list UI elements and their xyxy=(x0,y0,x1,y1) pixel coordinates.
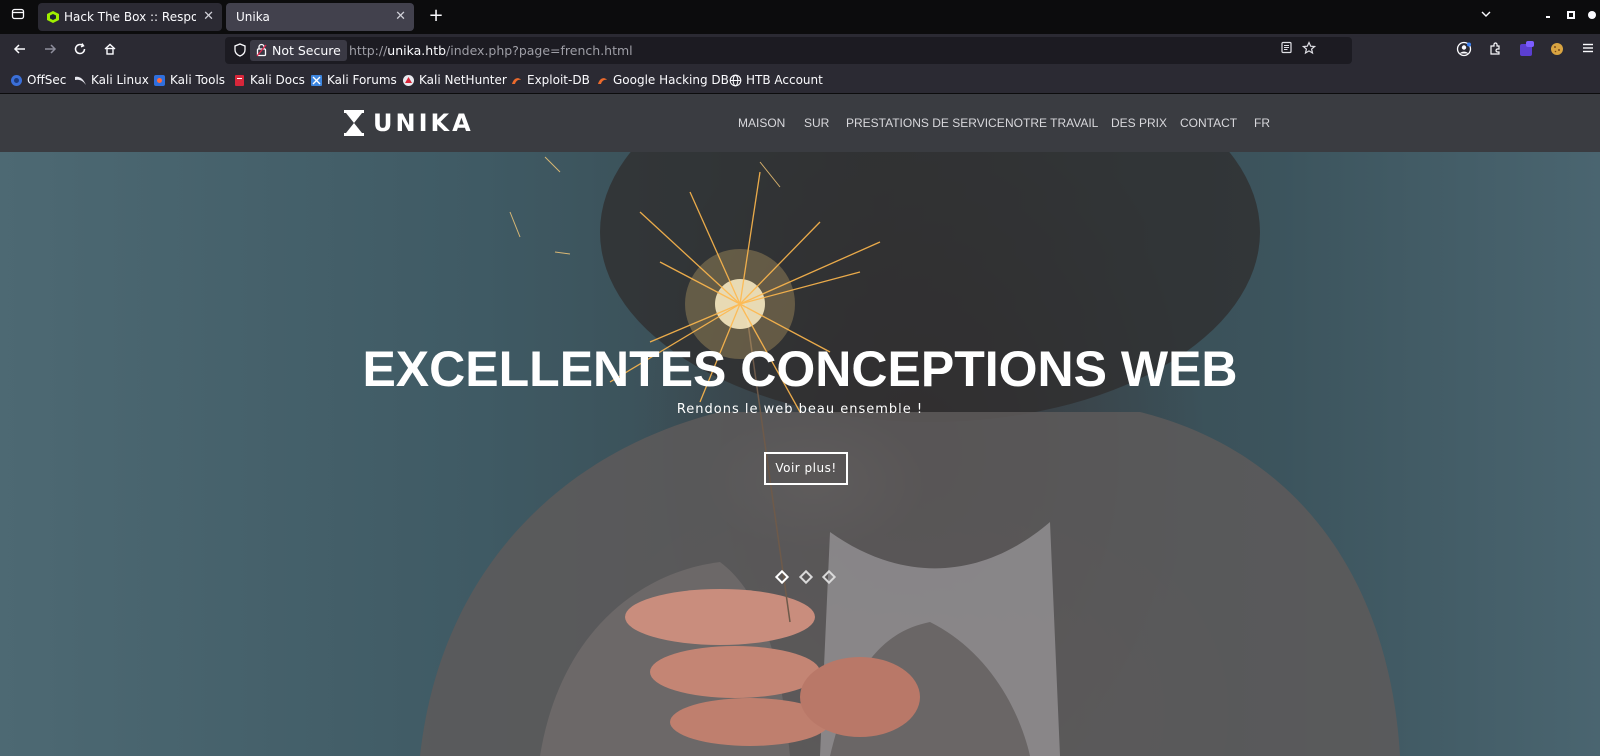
hero-slider: EXCELLENTES CONCEPTIONS WEB Rendons le w… xyxy=(0,152,1600,756)
maximize-icon[interactable] xyxy=(1561,7,1581,25)
bookmarks-toolbar: OffSec Kali Linux Kali Tools Kali Docs K… xyxy=(0,67,1600,94)
new-tab-icon[interactable]: + xyxy=(424,4,448,28)
hackthebox-favicon-icon xyxy=(47,11,59,23)
tab-strip: Hack The Box :: Respond ✕ Unika ✕ + xyxy=(0,0,1600,34)
extensions-icon[interactable] xyxy=(1485,41,1505,61)
account-icon[interactable] xyxy=(1454,41,1474,61)
logo-text: UNIKA xyxy=(373,109,474,137)
bookmark-htb-account[interactable]: HTB Account xyxy=(729,71,823,90)
bookmark-kali-forums[interactable]: Kali Forums xyxy=(310,71,397,90)
url-prefix: http:// xyxy=(349,43,388,58)
url-text[interactable]: http://unika.htb/index.php?page=french.h… xyxy=(349,37,633,64)
tab-hackthebox[interactable]: Hack The Box :: Respond ✕ xyxy=(38,3,222,31)
close-window-icon[interactable] xyxy=(1582,7,1600,25)
broken-lock-icon xyxy=(256,43,267,57)
nav-des-prix[interactable]: DES PRIX xyxy=(1111,94,1167,152)
nav-notre-travail[interactable]: NOTRE TRAVAIL xyxy=(1005,94,1098,152)
bookmark-label: Kali NetHunter xyxy=(419,73,507,87)
bookmark-label: Kali Forums xyxy=(327,73,397,87)
bookmark-kali-docs[interactable]: Kali Docs xyxy=(233,71,305,90)
google-hacking-db-icon xyxy=(598,78,607,84)
bookmark-label: Kali Docs xyxy=(250,73,305,87)
kali-dragon-icon xyxy=(75,76,86,85)
offsec-icon xyxy=(11,75,22,86)
kali-tools-icon xyxy=(154,75,165,86)
page-viewport: UNIKA MAISON SUR PRESTATIONS DE SERVICE … xyxy=(0,94,1600,756)
purple-extension-icon[interactable] xyxy=(1516,41,1536,61)
tab-title: Unika xyxy=(236,10,270,24)
close-tab-icon[interactable]: ✕ xyxy=(203,3,214,31)
bookmark-star-icon[interactable] xyxy=(1300,41,1318,59)
bookmark-kali-tools[interactable]: Kali Tools xyxy=(153,71,225,90)
nav-sur[interactable]: SUR xyxy=(804,94,829,152)
nav-prestations[interactable]: PRESTATIONS DE SERVICE xyxy=(846,94,1005,152)
reload-icon[interactable] xyxy=(68,39,92,63)
home-icon[interactable] xyxy=(98,39,122,63)
globe-icon xyxy=(729,74,742,87)
bookmark-kali-nethunter[interactable]: Kali NetHunter xyxy=(402,71,507,90)
kali-nethunter-icon xyxy=(403,75,414,86)
url-host: unika.htb xyxy=(387,43,447,58)
hero-title: EXCELLENTES CONCEPTIONS WEB xyxy=(362,341,1238,397)
tab-unika[interactable]: Unika ✕ xyxy=(226,3,414,31)
voir-plus-button[interactable]: Voir plus! xyxy=(764,452,848,485)
not-secure-indicator[interactable]: Not Secure xyxy=(250,40,347,61)
bookmark-label: OffSec xyxy=(27,73,67,87)
cookie-icon[interactable] xyxy=(1547,41,1567,61)
exploit-db-icon xyxy=(512,78,521,84)
minimize-icon[interactable] xyxy=(1538,7,1558,25)
reader-view-icon[interactable] xyxy=(1277,41,1295,59)
menu-hamburger-icon[interactable] xyxy=(1578,41,1598,61)
site-header: UNIKA MAISON SUR PRESTATIONS DE SERVICE … xyxy=(0,94,1600,152)
kali-forums-icon xyxy=(311,75,322,86)
chevron-down-icon[interactable] xyxy=(1476,7,1496,25)
navigation-toolbar: Not Secure http://unika.htb/index.php?pa… xyxy=(0,34,1600,67)
hero-subtitle: Rendons le web beau ensemble ! xyxy=(676,402,924,417)
hourglass-logo-icon xyxy=(344,110,364,136)
nav-contact[interactable]: CONTACT xyxy=(1180,94,1237,152)
bookmark-exploit-db[interactable]: Exploit-DB xyxy=(510,71,590,90)
bookmark-label: Kali Tools xyxy=(170,73,226,87)
bookmark-kali-linux[interactable]: Kali Linux xyxy=(74,71,149,90)
not-secure-label: Not Secure xyxy=(272,43,341,58)
shield-icon[interactable] xyxy=(233,43,247,57)
bookmark-offsec[interactable]: OffSec xyxy=(10,71,66,90)
nav-language-fr[interactable]: FR xyxy=(1254,94,1270,152)
tab-title: Hack The Box :: Respond xyxy=(64,10,196,24)
bookmark-label: HTB Account xyxy=(746,73,823,87)
kali-docs-icon xyxy=(235,75,244,86)
bookmark-google-hacking-db[interactable]: Google Hacking DB xyxy=(596,71,729,90)
forward-icon[interactable] xyxy=(38,39,62,63)
bookmark-label: Exploit-DB xyxy=(527,73,590,87)
bookmark-label: Kali Linux xyxy=(91,73,149,87)
close-tab-icon[interactable]: ✕ xyxy=(395,3,406,31)
bookmark-label: Google Hacking DB xyxy=(613,73,729,87)
tab-list-icon[interactable] xyxy=(8,7,28,27)
back-icon[interactable] xyxy=(8,39,32,63)
nav-maison[interactable]: MAISON xyxy=(738,94,785,152)
url-path: /index.php?page=french.html xyxy=(446,43,633,58)
address-bar[interactable]: Not Secure http://unika.htb/index.php?pa… xyxy=(225,37,1352,64)
